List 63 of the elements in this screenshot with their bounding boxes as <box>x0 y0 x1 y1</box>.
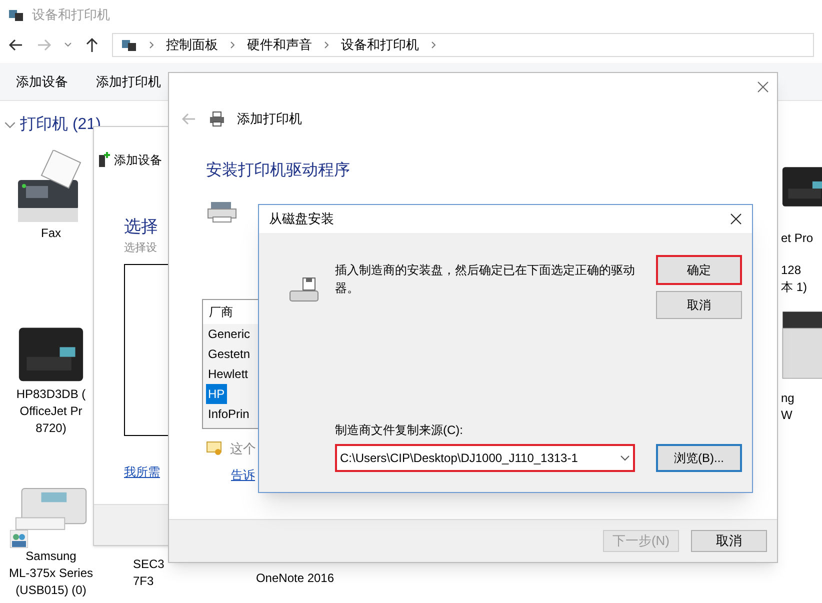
footer-button[interactable]: 取消 <box>691 530 767 552</box>
printer-icon <box>207 200 237 222</box>
device-label: 8720) <box>36 420 66 437</box>
chevron-down-icon[interactable] <box>64 41 72 49</box>
disk-drive-icon <box>289 277 319 303</box>
chevron-right-icon[interactable] <box>149 41 154 49</box>
field-label: 制造商文件复制来源(C): <box>335 422 464 439</box>
ok-button[interactable]: 确定 <box>656 255 742 285</box>
info-text: 这个 <box>230 440 256 458</box>
window-title: 设备和打印机 <box>32 6 110 24</box>
browse-button[interactable]: 浏览(B)... <box>656 444 742 472</box>
device-label: et Pro <box>781 230 814 247</box>
toolbar-button[interactable]: 添加打印机 <box>96 72 161 92</box>
device-label: ng <box>781 390 794 407</box>
device-label: Fax <box>40 225 61 242</box>
list-item[interactable]: HP <box>206 384 227 404</box>
breadcrumb-item[interactable]: 设备和打印机 <box>341 35 419 55</box>
chevron-right-icon[interactable] <box>230 41 235 49</box>
list-item[interactable]: Gestetn <box>206 344 252 364</box>
dialog-title: 从磁盘安装 <box>269 210 334 228</box>
chevron-right-icon[interactable] <box>431 41 436 49</box>
device-label: HP83D3DB ( <box>16 386 86 403</box>
chevron-down-icon <box>620 455 630 461</box>
close-icon[interactable] <box>730 213 742 225</box>
certificate-icon <box>206 440 222 456</box>
cancel-button[interactable]: 取消 <box>656 291 742 319</box>
toolbar-button[interactable]: 添加设备 <box>16 72 68 92</box>
device-label: (USB015) (0) <box>16 582 86 599</box>
window-title: 添加设备 <box>114 152 162 169</box>
printer-icon <box>209 110 225 127</box>
up-icon[interactable] <box>84 37 100 53</box>
address-bar[interactable]: 控制面板 硬件和声音 设备和打印机 <box>112 33 814 57</box>
source-path-combobox[interactable]: C:\Users\CIP\Desktop\DJ1000_J110_1313-1 <box>335 444 635 472</box>
device-label: 本 1) <box>781 279 808 296</box>
help-link[interactable]: 告诉 <box>231 466 255 484</box>
device-label: OneNote 2016 <box>256 570 334 587</box>
device-label: SEC3 <box>133 556 164 573</box>
path-value: C:\Users\CIP\Desktop\DJ1000_J110_1313-1 <box>340 450 578 467</box>
list-item[interactable]: Hewlett <box>206 364 250 384</box>
device-add-icon <box>98 152 110 168</box>
dialog-heading: 安装打印机驱动程序 <box>206 160 350 180</box>
instruction-text: 插入制造商的安装盘，然后确定已在下面选定正确的驱动器。 <box>335 262 635 297</box>
device-label: W <box>781 407 792 424</box>
users-icon <box>10 530 28 548</box>
column-header: 厂商 <box>208 304 234 320</box>
chevron-right-icon[interactable] <box>324 41 329 49</box>
dialog-subtitle: 选择设 <box>124 240 157 256</box>
manufacturer-list[interactable]: 厂商 Generic Gestetn Hewlett HP InfoPrin <box>202 298 259 428</box>
back-icon[interactable] <box>8 37 24 53</box>
devices-icon <box>121 37 137 53</box>
window-title: 添加打印机 <box>237 110 302 128</box>
device-label: 7F3 <box>133 573 154 590</box>
breadcrumb-item[interactable]: 控制面板 <box>166 35 218 55</box>
help-link[interactable]: 我所需 <box>124 463 160 481</box>
list-item[interactable]: InfoPrin <box>206 404 252 424</box>
device-label: Samsung <box>26 548 76 565</box>
device-label: OfficeJet Pr <box>20 403 82 420</box>
devices-icon <box>8 7 24 23</box>
device-label: ML-375x Series <box>8 565 94 582</box>
device-label: 128 <box>781 262 802 279</box>
breadcrumb-item[interactable]: 硬件和声音 <box>247 35 312 55</box>
dialog-heading: 选择 <box>124 216 158 238</box>
list-item[interactable]: Generic <box>206 324 252 344</box>
